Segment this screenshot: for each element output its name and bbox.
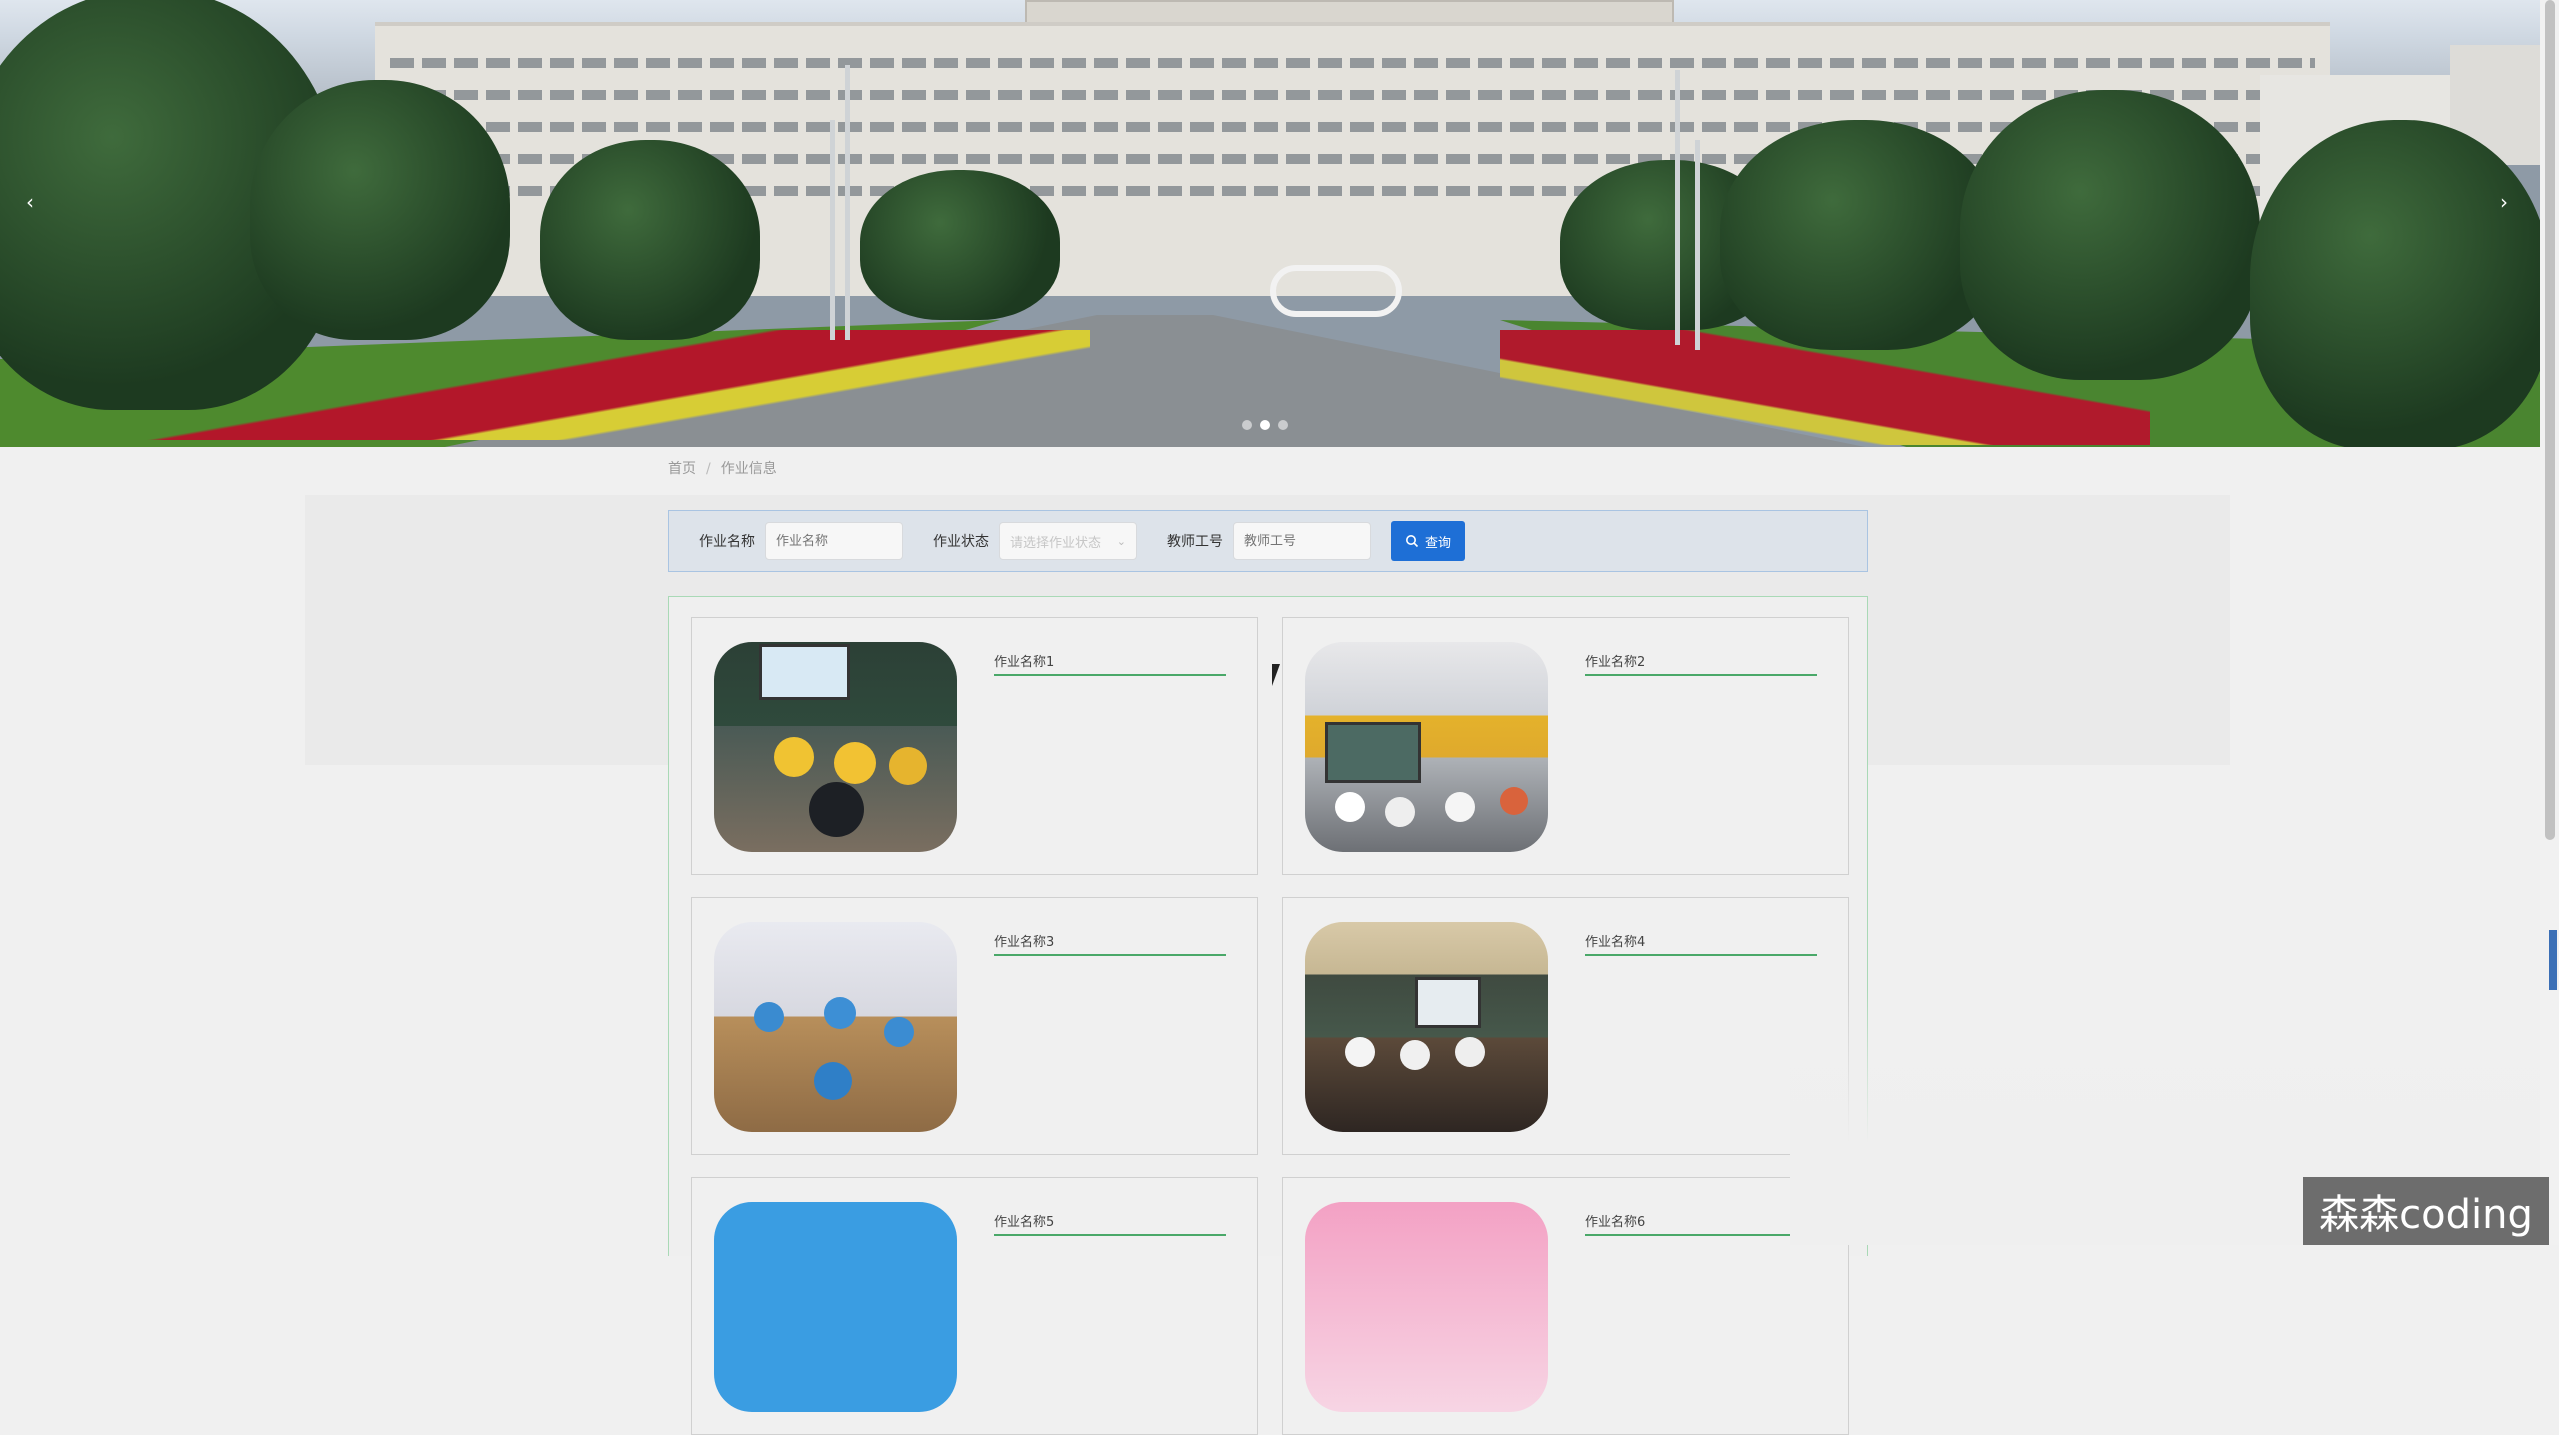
mouse-cursor-icon (1272, 664, 1290, 686)
student (1345, 1037, 1375, 1067)
student (1500, 787, 1528, 815)
scroll-marker (2549, 930, 2557, 990)
homework-thumbnail[interactable] (1305, 1202, 1548, 1412)
page-scrollbar[interactable] (2540, 0, 2559, 1245)
homework-title[interactable]: 作业名称5 (994, 1211, 1226, 1236)
homework-card[interactable]: 作业名称4 (1282, 897, 1849, 1155)
breadcrumb: 首页 / 作业信息 (668, 458, 777, 478)
chevron-down-icon: ⌄ (1116, 534, 1126, 548)
tree (250, 80, 510, 340)
breadcrumb-home[interactable]: 首页 (668, 461, 696, 477)
student (1400, 1040, 1430, 1070)
search-icon (1406, 535, 1419, 548)
student (834, 742, 876, 784)
tree (1960, 90, 2260, 380)
teacher-input[interactable] (1233, 522, 1371, 560)
screen (1415, 977, 1481, 1028)
homework-title[interactable]: 作业名称1 (994, 651, 1226, 676)
carousel-indicators (1242, 420, 1288, 430)
homework-title[interactable]: 作业名称6 (1585, 1211, 1817, 1236)
tree (1720, 120, 2000, 350)
tree (860, 170, 1060, 320)
homework-title[interactable]: 作业名称3 (994, 931, 1226, 956)
teacher-label: 教师工号 (1167, 534, 1223, 550)
student (889, 747, 927, 785)
homework-title[interactable]: 作业名称2 (1585, 651, 1817, 676)
banner-carousel[interactable]: ‹ › (0, 0, 2540, 447)
street-lamp (1695, 140, 1700, 350)
homework-list: 作业名称1 作业名称2 作业名称3 作业名称4 作业名称5 作业名称6 (668, 596, 1868, 1435)
student (1335, 792, 1365, 822)
blackboard (1325, 722, 1421, 783)
student (754, 1002, 784, 1032)
scrollbar-thumb[interactable] (2545, 0, 2555, 840)
student (884, 1017, 914, 1047)
query-button-label: 查询 (1425, 535, 1452, 551)
tree (2250, 120, 2540, 447)
name-input[interactable] (765, 522, 903, 560)
classroom-photo (714, 642, 957, 852)
chevron-left-icon[interactable]: ‹ (26, 190, 34, 214)
homework-thumbnail[interactable] (1305, 642, 1548, 852)
query-button[interactable]: 查询 (1391, 521, 1466, 561)
carousel-dot-active[interactable] (1260, 420, 1270, 430)
homework-card[interactable]: 作业名称1 (691, 617, 1258, 875)
student (1445, 792, 1475, 822)
carousel-dot[interactable] (1242, 420, 1252, 430)
classroom-photo (1305, 922, 1548, 1132)
student (1455, 1037, 1485, 1067)
breadcrumb-current: 作业信息 (720, 461, 777, 477)
homework-card[interactable]: 作业名称6 (1282, 1177, 1849, 1435)
carousel-dot[interactable] (1278, 420, 1288, 430)
homework-card[interactable]: 作业名称2 (1282, 617, 1849, 875)
search-bar: 作业名称 作业状态 请选择作业状态 ⌄ 教师工号 查询 (668, 510, 1868, 572)
chevron-right-icon[interactable]: › (2500, 190, 2508, 214)
screen (759, 644, 850, 700)
student (1385, 797, 1415, 827)
homework-thumbnail[interactable] (714, 1202, 957, 1412)
watermark: 森森coding (2303, 1177, 2549, 1245)
classroom-photo (714, 922, 957, 1132)
student (809, 782, 864, 837)
homework-photo (1305, 1202, 1548, 1412)
status-select-placeholder: 请选择作业状态 (1010, 535, 1102, 551)
homework-card[interactable]: 作业名称5 (691, 1177, 1258, 1435)
breadcrumb-separator: / (706, 461, 711, 477)
status-select[interactable]: 请选择作业状态 ⌄ (999, 522, 1137, 560)
homework-thumbnail[interactable] (714, 642, 957, 852)
street-lamp (845, 65, 850, 340)
classroom-photo (1305, 642, 1548, 852)
status-label: 作业状态 (933, 534, 989, 550)
tree (540, 140, 760, 340)
student (824, 997, 856, 1029)
homework-title[interactable]: 作业名称4 (1585, 931, 1817, 956)
homework-card[interactable]: 作业名称3 (691, 897, 1258, 1155)
student (774, 737, 814, 777)
student (814, 1062, 852, 1100)
homework-thumbnail[interactable] (1305, 922, 1548, 1132)
name-label: 作业名称 (699, 534, 755, 550)
street-lamp (830, 120, 835, 340)
homework-thumbnail[interactable] (714, 922, 957, 1132)
homework-photo (714, 1202, 957, 1412)
street-lamp (1675, 70, 1680, 345)
sculpture (1270, 265, 1402, 317)
